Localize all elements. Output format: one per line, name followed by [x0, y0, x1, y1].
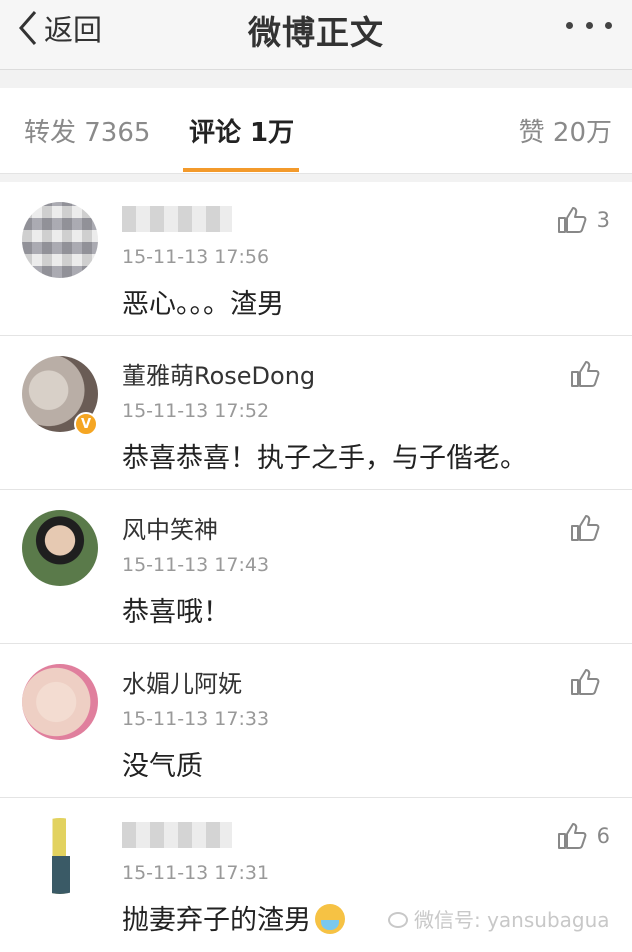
like-button[interactable]: 3: [557, 206, 610, 234]
thumbs-up-icon: [557, 206, 587, 234]
comment-timestamp: 15-11-13 17:31: [122, 862, 270, 884]
comment-item[interactable]: V 董雅萌RoseDong 15-11-13 17:52 恭喜恭喜！执子之手，与…: [0, 336, 632, 490]
like-count: 3: [596, 208, 610, 232]
verified-badge-icon: V: [74, 412, 98, 436]
thumbs-up-icon: [570, 514, 600, 542]
comment-list: 15-11-13 17:56 恶心。。。渣男 3 V 董雅萌RoseDong 1…: [0, 182, 632, 952]
tab-like[interactable]: 赞 20万: [519, 112, 612, 149]
user-name-blurred[interactable]: [122, 822, 232, 848]
comment-timestamp: 15-11-13 17:56: [122, 246, 270, 268]
comment-item[interactable]: 15-11-13 17:56 恶心。。。渣男 3: [0, 182, 632, 336]
more-dot: [566, 21, 573, 29]
comment-text: 恭喜恭喜！执子之手，与子偕老。: [122, 443, 527, 474]
like-button[interactable]: [570, 360, 610, 388]
page-title: 微博正文: [248, 13, 384, 52]
comment-timestamp: 15-11-13 17:33: [122, 708, 270, 730]
watermark: 微信号: yansubagua: [388, 904, 610, 933]
comment-item[interactable]: 水媚儿阿妩 15-11-13 17:33 没气质: [0, 644, 632, 798]
more-dot: [585, 21, 593, 29]
comment-text: 恭喜哦！: [122, 597, 230, 628]
avatar[interactable]: [22, 202, 98, 278]
comment-text: 没气质: [122, 751, 203, 782]
comment-timestamp: 15-11-13 17:43: [122, 554, 270, 576]
thumbs-up-icon: [557, 822, 587, 850]
weibo-detail-screen: 返回 微博正文 转发 7365 评论 1万 赞 20万 15-11-13 17:…: [0, 0, 632, 952]
more-dot: [605, 21, 612, 29]
user-name[interactable]: 风中笑神: [122, 510, 218, 545]
like-count: 6: [596, 824, 610, 848]
comment-text: 抛妻弃子的渣男: [122, 898, 345, 937]
avatar[interactable]: [22, 510, 98, 586]
thumbs-up-icon: [570, 668, 600, 696]
top-nav-bar: 返回 微博正文: [0, 0, 632, 70]
comment-text: 恶心。。。渣男: [122, 289, 284, 320]
tab-repost[interactable]: 转发 7365: [24, 112, 150, 149]
tab-bar: 转发 7365 评论 1万 赞 20万: [0, 88, 632, 174]
comment-timestamp: 15-11-13 17:52: [122, 400, 270, 422]
user-name-blurred[interactable]: [122, 206, 232, 232]
like-button[interactable]: [570, 514, 610, 542]
comment-item[interactable]: 风中笑神 15-11-13 17:43 恭喜哦！: [0, 490, 632, 644]
more-button[interactable]: [566, 18, 612, 32]
like-button[interactable]: [570, 668, 610, 696]
avatar[interactable]: [22, 664, 98, 740]
tab-comment[interactable]: 评论 1万: [189, 112, 294, 149]
wechat-icon: [388, 912, 408, 928]
user-name[interactable]: 水媚儿阿妩: [122, 664, 242, 699]
watermark-text: 微信号: yansubagua: [414, 908, 610, 932]
like-button[interactable]: 6: [557, 822, 610, 850]
avatar[interactable]: [22, 818, 98, 894]
comment-text-body: 抛妻弃子的渣男: [122, 905, 311, 936]
thumbs-up-icon: [570, 360, 600, 388]
vomit-emoji-icon: [315, 904, 345, 934]
active-tab-indicator: [183, 168, 299, 172]
user-name[interactable]: 董雅萌RoseDong: [122, 356, 315, 391]
